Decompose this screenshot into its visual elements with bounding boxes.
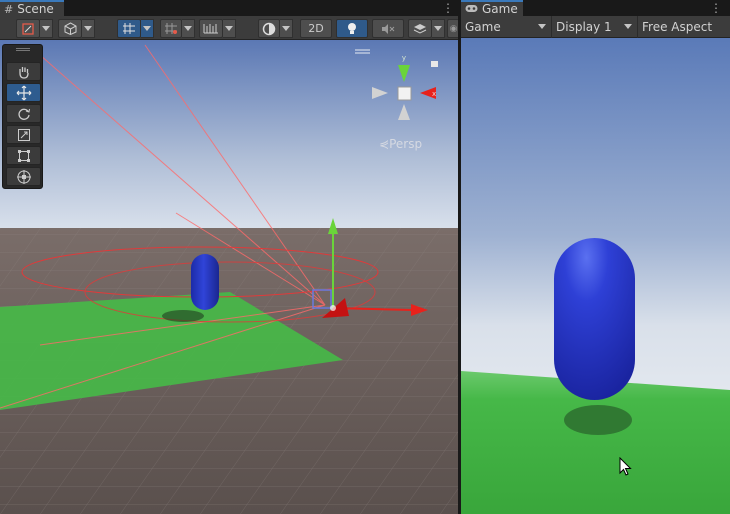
display-select[interactable]: Display 1 <box>552 16 638 38</box>
scene-viewport[interactable]: y x <box>0 40 458 514</box>
effects-icon[interactable] <box>408 19 432 38</box>
scale-tool-icon[interactable] <box>6 125 41 144</box>
aspect-select[interactable]: Free Aspect <box>638 16 730 38</box>
shading-mode-dropdown[interactable] <box>40 19 53 38</box>
game-view-select[interactable]: Game <box>461 16 552 38</box>
scene-canvas[interactable]: y x <box>0 40 458 514</box>
view-2d-label: 2D <box>308 22 324 35</box>
tools-panel-grip[interactable] <box>16 48 30 51</box>
grid-snap-dropdown[interactable] <box>141 19 154 38</box>
tools-panel <box>2 44 43 189</box>
ruler-icon[interactable] <box>199 19 223 38</box>
display-select-label: Display 1 <box>556 20 612 34</box>
gamepad-icon <box>465 3 478 16</box>
increment-snap-dropdown[interactable] <box>182 19 195 38</box>
svg-text:y: y <box>402 54 406 62</box>
transform-tool-icon[interactable] <box>6 167 41 186</box>
hand-tool-icon[interactable] <box>6 62 41 81</box>
chevron-down-icon <box>624 24 632 29</box>
render-mode-icon[interactable] <box>258 19 280 38</box>
scene-tab-bar: # Scene ⋮ <box>0 0 458 16</box>
increment-snap-icon[interactable] <box>160 19 182 38</box>
capsule-object[interactable] <box>191 254 219 310</box>
aspect-select-label: Free Aspect <box>642 20 713 34</box>
capsule-object-game <box>554 238 635 400</box>
rect-tool-icon[interactable] <box>6 146 41 165</box>
game-canvas <box>461 38 730 514</box>
view-2d-button[interactable]: 2D <box>300 19 332 38</box>
tab-scene[interactable]: # Scene <box>0 0 64 16</box>
effects-dropdown[interactable] <box>432 19 445 38</box>
audio-icon[interactable] <box>372 19 404 38</box>
render-mode-dropdown[interactable] <box>280 19 293 38</box>
chevron-down-icon <box>538 24 546 29</box>
scene-toolbar: 2D ◉ <box>0 16 459 40</box>
ruler-dropdown[interactable] <box>223 19 236 38</box>
game-view-select-label: Game <box>465 20 501 34</box>
tab-scene-label: Scene <box>17 1 54 16</box>
game-menu-icon[interactable]: ⋮ <box>710 1 722 15</box>
projection-label[interactable]: ⋞Persp <box>379 137 422 151</box>
tab-game[interactable]: Game <box>461 0 523 16</box>
shading-mode-icon[interactable] <box>16 19 40 38</box>
game-tab-bar: Game ⋮ <box>461 0 730 16</box>
move-tool-icon[interactable] <box>6 83 41 102</box>
scene-menu-icon[interactable]: ⋮ <box>442 1 454 15</box>
lighting-icon[interactable] <box>336 19 368 38</box>
draw-mode-dropdown[interactable] <box>82 19 95 38</box>
persp-icon: ⋞ <box>379 137 390 151</box>
tab-game-label: Game <box>482 1 518 16</box>
hash-grid-icon: # <box>4 2 14 16</box>
game-viewport[interactable] <box>461 38 730 514</box>
svg-text:x: x <box>432 90 436 98</box>
game-toolbar: Game Display 1 Free Aspect <box>461 16 730 38</box>
mouse-cursor-icon <box>619 456 633 480</box>
rotate-tool-icon[interactable] <box>6 104 41 123</box>
persp-text: Persp <box>389 137 423 151</box>
draw-mode-icon[interactable] <box>58 19 82 38</box>
grid-snap-icon[interactable] <box>117 19 141 38</box>
